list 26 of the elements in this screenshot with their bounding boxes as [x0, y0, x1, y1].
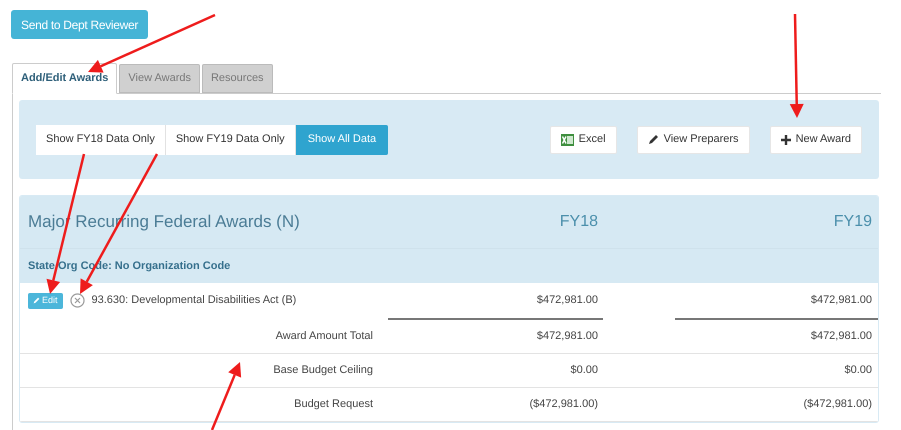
action-button[interactable]: View Preparers: [636, 126, 750, 154]
plus-icon: [780, 134, 791, 144]
summary-label: Base Budget Ceiling: [272, 363, 373, 378]
table-cell-text: $472,981.00: [810, 293, 872, 308]
pencil-icon: [33, 297, 40, 304]
remove-icon[interactable]: [70, 293, 85, 308]
filter-button[interactable]: Show FY18 Data Only: [36, 124, 166, 154]
table-cell-text: $0.00: [569, 363, 598, 378]
filter-button[interactable]: Show FY19 Data Only: [166, 124, 296, 154]
award-name: 93.630: Developmental Disabilities Act (B): [92, 293, 296, 308]
action-button[interactable]: New Award: [770, 126, 862, 154]
table-cell-text: $472,981.00: [536, 329, 598, 344]
table-cell-text: $472,981.00: [536, 293, 598, 308]
table-cell-text: ($472,981.00): [528, 397, 598, 412]
pencil-icon: [648, 134, 659, 145]
table-cell-text: ($472,981.00): [802, 397, 872, 412]
annotation-arrow: [210, 362, 242, 430]
summary-label: Budget Request: [293, 397, 373, 412]
table-cell-text: $472,981.00: [810, 329, 872, 344]
table-cell-text: $0.00: [843, 363, 872, 378]
tab[interactable]: Add/Edit Awards: [12, 63, 118, 94]
column-header: FY18: [558, 212, 598, 232]
action-button[interactable]: Excel: [550, 126, 617, 154]
column-header: FY19: [832, 212, 872, 232]
spreadsheet-icon: [560, 134, 574, 146]
summary-label: Award Amount Total: [274, 329, 373, 344]
